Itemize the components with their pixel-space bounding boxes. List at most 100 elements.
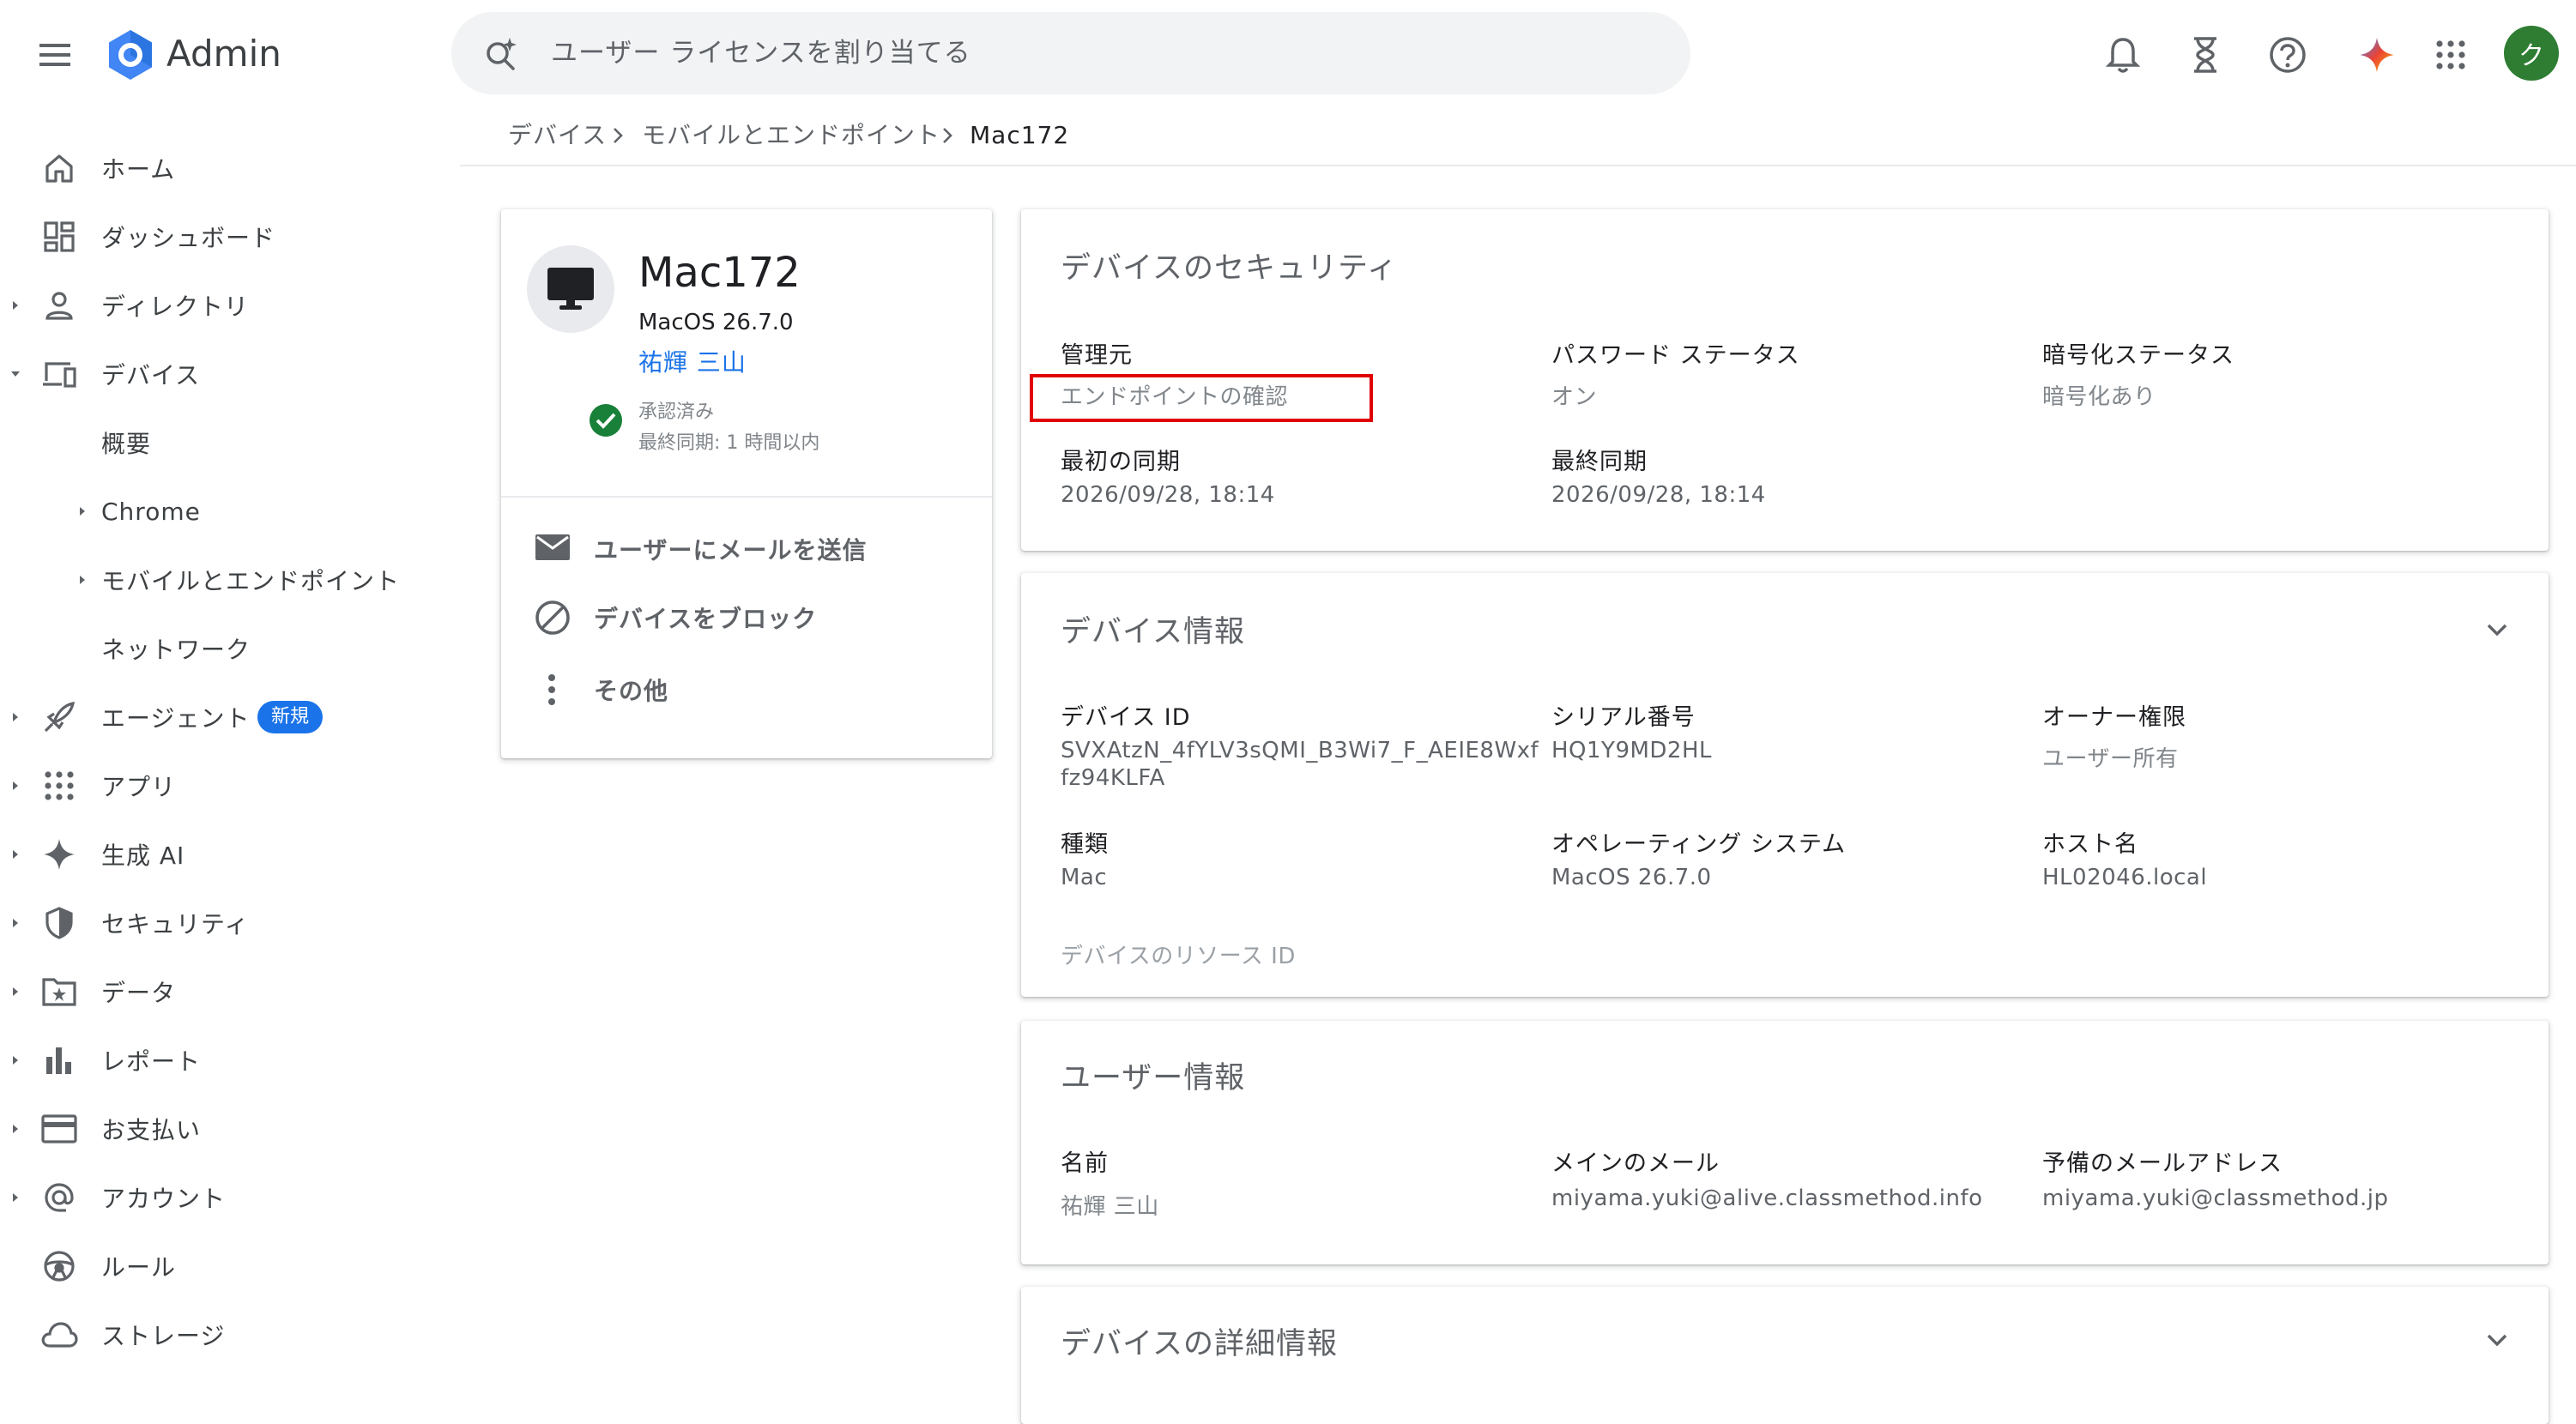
sidebar-item-dashboard[interactable]: ダッシュボード — [0, 211, 429, 262]
ownership-value: ユーザー所有 — [2042, 746, 2179, 772]
sidebar-item-mobile-endpoints[interactable]: モバイルとエンドポイント — [0, 554, 429, 606]
sidebar-item-label: ダッシュボード — [101, 224, 276, 252]
email-user-action[interactable] — [534, 522, 571, 573]
chevron-down-icon[interactable] — [2482, 1324, 2513, 1355]
more-vert-icon — [534, 673, 556, 707]
sidebar-item-account[interactable]: アカウント — [0, 1172, 429, 1223]
block-icon — [534, 599, 571, 637]
sidebar-item-label: セキュリティ — [101, 910, 250, 938]
user-info-title: ユーザー情報 — [1061, 1061, 1246, 1095]
sidebar-item-label: 生成 AI — [101, 842, 185, 870]
serial-number-value: HQ1Y9MD2HL — [1551, 738, 1713, 763]
search-icon[interactable] — [481, 33, 522, 74]
block-device-action[interactable] — [534, 592, 571, 643]
sidebar-item-label: データ — [101, 979, 177, 1007]
chevron-down-icon[interactable] — [2482, 614, 2513, 645]
expand-arrow-icon[interactable] — [9, 848, 22, 861]
expand-arrow-icon[interactable] — [9, 1191, 22, 1204]
sidebar-item-label: Chrome — [101, 497, 201, 526]
breadcrumb-current: Mac172 — [970, 121, 1070, 149]
sidebar-item-label: ルール — [101, 1253, 177, 1282]
first-sync-label: 最初の同期 — [1061, 449, 1181, 475]
search-input[interactable]: ユーザー ライセンスを割り当てる — [551, 34, 971, 72]
sidebar-item-storage[interactable]: ストレージ — [0, 1309, 429, 1361]
user-name-label: 名前 — [1061, 1150, 1109, 1177]
help-icon[interactable] — [2265, 33, 2310, 77]
dashboard-icon — [39, 217, 79, 256]
sidebar-item-label: ホーム — [101, 155, 176, 184]
notifications-bell-icon[interactable] — [2101, 33, 2145, 77]
device-id-value-continued: fz94KLFA — [1061, 765, 1165, 791]
last-sync-value: 2026/09/28, 18:14 — [1551, 482, 1766, 508]
device-id-value: SVXAtzN_4fYLV3sQMI_B3Wi7_F_AEIE8Wxf — [1061, 738, 1539, 763]
sidebar-item-rules[interactable]: ルール — [0, 1240, 429, 1292]
sidebar-item-apps[interactable]: アプリ — [0, 760, 429, 812]
gemini-sparkle-icon[interactable] — [2355, 33, 2399, 77]
expand-arrow-icon[interactable] — [9, 779, 22, 793]
device-user-link[interactable]: 祐輝 三山 — [638, 347, 747, 379]
sidebar-item-chrome[interactable]: Chrome — [0, 486, 429, 537]
steering-wheel-icon — [39, 1246, 79, 1286]
expand-arrow-icon[interactable] — [76, 573, 89, 587]
admin-logo-icon[interactable] — [103, 27, 158, 82]
person-icon — [39, 286, 79, 325]
approval-status: 承認済み — [638, 401, 715, 423]
more-actions-label[interactable]: その他 — [594, 673, 668, 707]
sidebar-item-security[interactable]: セキュリティ — [0, 897, 429, 949]
expand-arrow-icon[interactable] — [9, 299, 22, 312]
device-info-card — [1021, 573, 2549, 997]
last-sync-status: 最終同期: 1 時間以内 — [638, 432, 820, 454]
sidebar-item-label: ディレクトリ — [101, 293, 250, 321]
sparkle-icon — [39, 835, 79, 874]
more-actions[interactable] — [534, 664, 556, 715]
hourglass-tasks-icon[interactable] — [2183, 33, 2228, 77]
sidebar-item-devices[interactable]: デバイス — [0, 348, 429, 400]
user-name-value: 祐輝 三山 — [1061, 1194, 1159, 1220]
expand-arrow-icon[interactable] — [9, 916, 22, 930]
user-info-card — [1021, 1021, 2549, 1264]
main-menu-icon[interactable] — [33, 33, 77, 77]
expand-arrow-icon[interactable] — [76, 504, 89, 518]
divider — [501, 496, 992, 498]
password-status-label: パスワード ステータス — [1551, 342, 1800, 369]
sidebar-item-reports[interactable]: レポート — [0, 1035, 429, 1086]
sidebar-item-generative-ai[interactable]: 生成 AI — [0, 829, 429, 880]
sidebar-item-data[interactable]: データ — [0, 966, 429, 1017]
device-id-label: デバイス ID — [1061, 704, 1191, 731]
apps-launcher-icon[interactable] — [2428, 33, 2473, 77]
shield-icon — [39, 903, 79, 943]
sidebar-item-label: 概要 — [101, 430, 152, 458]
folder-star-icon — [39, 972, 79, 1011]
expand-arrow-icon[interactable] — [9, 1053, 22, 1067]
app-title[interactable]: Admin — [166, 31, 281, 77]
sidebar-item-billing[interactable]: お支払い — [0, 1103, 429, 1155]
credit-card-icon — [39, 1109, 79, 1149]
sidebar-item-agents[interactable]: エージェント 新規 — [0, 691, 429, 743]
collapse-arrow-icon[interactable] — [9, 367, 22, 381]
sidebar-item-overview[interactable]: 概要 — [0, 417, 429, 468]
primary-email-label: メインのメール — [1551, 1150, 1720, 1177]
hostname-label: ホスト名 — [2042, 831, 2138, 858]
new-badge: 新規 — [257, 701, 324, 733]
encryption-status-label: 暗号化ステータス — [2042, 342, 2234, 369]
secondary-email-value: miyama.yuki@classmethod.jp — [2042, 1186, 2389, 1211]
sidebar-item-label: アプリ — [101, 773, 177, 801]
email-user-label[interactable]: ユーザーにメールを送信 — [594, 532, 867, 566]
expand-arrow-icon[interactable] — [9, 985, 22, 999]
managed-by-label: 管理元 — [1061, 342, 1133, 369]
sidebar-item-label: エージェント — [101, 704, 251, 733]
managed-by-value: エンドポイントの確認 — [1061, 384, 1289, 410]
avatar[interactable]: ク — [2504, 26, 2559, 81]
breadcrumb-mobile-endpoints[interactable]: モバイルとエンドポイント — [642, 118, 940, 153]
breadcrumb-devices[interactable]: デバイス — [508, 118, 607, 153]
operating-system-label: オペレーティング システム — [1551, 831, 1847, 858]
last-sync-label: 最終同期 — [1551, 449, 1648, 475]
sidebar-item-home[interactable]: ホーム — [0, 142, 429, 194]
sidebar-item-label: お支払い — [101, 1116, 202, 1144]
block-device-label[interactable]: デバイスをブロック — [594, 600, 817, 635]
rocket-icon — [39, 697, 79, 737]
expand-arrow-icon[interactable] — [9, 1122, 22, 1136]
sidebar-item-directory[interactable]: ディレクトリ — [0, 280, 429, 331]
sidebar-item-network[interactable]: ネットワーク — [0, 623, 429, 674]
expand-arrow-icon[interactable] — [9, 710, 22, 724]
